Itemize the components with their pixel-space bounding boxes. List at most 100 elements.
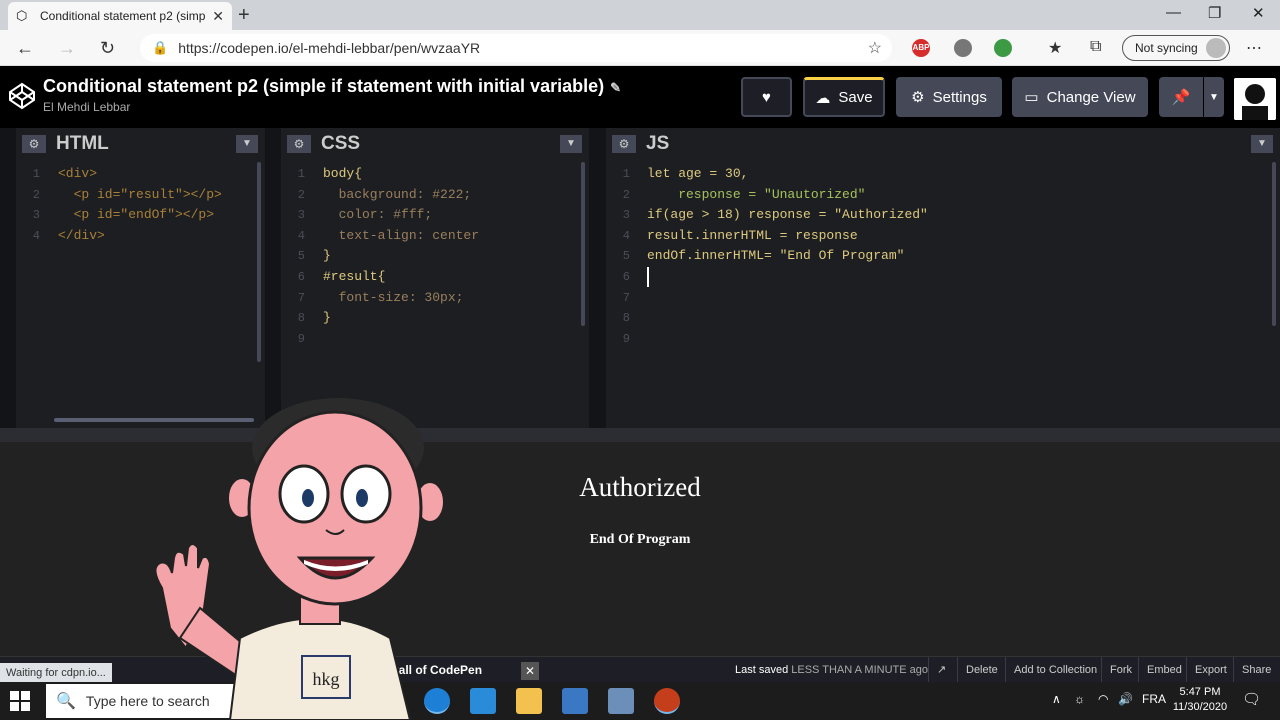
export-button[interactable]: Export <box>1186 657 1235 683</box>
css-vertical-scrollbar[interactable] <box>581 162 585 326</box>
last-saved-prefix: Last saved <box>735 664 789 676</box>
line-number: 6 <box>297 269 305 284</box>
new-tab-icon[interactable]: + <box>238 4 250 27</box>
layout-icon: ▭ <box>1024 89 1039 106</box>
notifications-icon[interactable]: 🗨 <box>1242 690 1261 708</box>
browser-toolbar: ← → ↻ 🔒 https://codepen.io/el-mehdi-lebb… <box>0 30 1280 66</box>
volume-icon[interactable]: 🔊 <box>1118 692 1133 706</box>
js-pane-chevron-down-icon[interactable]: ▼ <box>1251 135 1273 153</box>
code-line: body{ <box>323 166 363 181</box>
open-external-icon[interactable]: ↗ <box>928 657 954 683</box>
forward-icon[interactable]: → <box>58 38 76 59</box>
line-number: 8 <box>622 311 630 326</box>
html-pane-chevron-down-icon[interactable]: ▼ <box>236 135 258 153</box>
line-number: 5 <box>622 249 630 264</box>
js-vertical-scrollbar[interactable] <box>1272 162 1276 326</box>
embed-button[interactable]: Embed <box>1138 657 1190 683</box>
save-button[interactable]: ☁ Save <box>803 77 885 117</box>
globe-extension-icon[interactable] <box>994 39 1012 57</box>
maximize-icon[interactable]: ❐ <box>1208 4 1221 22</box>
tray-chevron-up-icon[interactable]: ∧ <box>1052 692 1061 706</box>
js-code[interactable]: let age = 30, response = "Unautorized" i… <box>647 164 928 287</box>
wifi-icon[interactable]: ◠ <box>1098 692 1108 706</box>
line-number: 1 <box>297 167 305 181</box>
adblock-extension-icon[interactable]: ABP <box>912 39 930 57</box>
css-settings-gear-icon[interactable]: ⚙ <box>287 135 311 153</box>
pen-author[interactable]: El Mehdi Lebbar <box>43 100 130 114</box>
collections-icon[interactable]: ⧉ <box>1090 38 1101 56</box>
favorite-star-icon[interactable]: ☆ <box>868 38 882 58</box>
html-vertical-scrollbar[interactable] <box>257 162 261 362</box>
file-explorer-icon[interactable] <box>516 688 542 714</box>
line-number: 3 <box>297 208 305 223</box>
pen-title[interactable]: Conditional statement p2 (simple if stat… <box>43 76 621 97</box>
js-settings-gear-icon[interactable]: ⚙ <box>612 135 636 153</box>
add-to-collection-button[interactable]: Add to Collection <box>1005 657 1105 683</box>
line-number: 4 <box>297 228 305 243</box>
css-pane-chevron-down-icon[interactable]: ▼ <box>560 135 582 153</box>
sync-label: Not syncing <box>1135 41 1198 55</box>
minimize-icon[interactable]: — <box>1166 4 1181 21</box>
close-console-icon[interactable]: ✕ <box>521 662 539 680</box>
line-number: 7 <box>622 290 630 305</box>
cloud-icon: ☁ <box>815 89 831 107</box>
address-bar[interactable]: 🔒 https://codepen.io/el-mehdi-lebbar/pen… <box>140 34 892 62</box>
settings-label: Settings <box>932 88 987 106</box>
user-avatar[interactable] <box>1234 78 1276 120</box>
line-number: 2 <box>622 187 630 202</box>
browser-tab[interactable]: ⬡ Conditional statement p2 (simple ✕ <box>8 2 232 30</box>
profile-sync-button[interactable]: Not syncing <box>1122 35 1230 61</box>
html-settings-gear-icon[interactable]: ⚙ <box>22 135 46 153</box>
lock-icon: 🔒 <box>152 40 169 55</box>
code-line: response = "Unautorized" <box>647 186 866 202</box>
search-icon: 🔍 <box>56 693 76 710</box>
html-code[interactable]: <div> <p id="result"></p> <p id="endOf">… <box>58 164 222 246</box>
more-menu-icon[interactable]: ⋯ <box>1246 38 1262 58</box>
input-method-icon[interactable]: ☼ <box>1074 692 1085 706</box>
codepen-logo-icon[interactable] <box>8 82 36 110</box>
line-number: 5 <box>297 249 305 264</box>
fork-button[interactable]: Fork <box>1101 657 1140 683</box>
css-pane-title: CSS <box>321 133 361 154</box>
code-line: text-align: center <box>323 227 480 243</box>
line-number: 1 <box>32 167 40 181</box>
close-tab-icon[interactable]: ✕ <box>212 8 224 25</box>
edit-pencil-icon[interactable]: ✎ <box>610 80 621 95</box>
line-number: 4 <box>622 228 630 243</box>
love-button[interactable]: ♥ <box>741 77 792 117</box>
change-view-button[interactable]: ▭ Change View <box>1012 77 1148 117</box>
code-line: } <box>323 310 331 326</box>
cartoon-presenter-overlay: hkg <box>154 398 445 720</box>
last-saved-status: Last saved LESS THAN A MINUTE ago <box>735 657 928 683</box>
store-icon[interactable] <box>562 688 588 714</box>
favorites-icon[interactable]: ★ <box>1048 38 1062 58</box>
change-view-label: Change View <box>1046 88 1136 106</box>
tools-extension-icon[interactable] <box>954 39 972 57</box>
codepen-header: Conditional statement p2 (simple if stat… <box>0 66 1280 128</box>
close-window-icon[interactable]: ✕ <box>1252 4 1265 22</box>
code-line: <div> <box>58 166 98 181</box>
pen-title-text: Conditional statement p2 (simple if stat… <box>43 76 605 96</box>
browser-tab-strip: ⬡ Conditional statement p2 (simple ✕ + —… <box>0 0 1280 30</box>
code-line: </div> <box>58 227 105 243</box>
share-button[interactable]: Share <box>1233 657 1279 683</box>
js-line-numbers: 1 2 3 4 5 6 7 8 9 <box>606 164 630 349</box>
language-indicator[interactable]: FRA <box>1142 692 1166 706</box>
windows-start-icon[interactable] <box>10 691 30 711</box>
pin-dropdown-button[interactable]: ▼ <box>1204 77 1224 117</box>
delete-button[interactable]: Delete <box>957 657 1006 683</box>
powerpoint-icon[interactable] <box>654 688 680 714</box>
tab-title: Conditional statement p2 (simple <box>40 9 207 23</box>
html-pane-title: HTML <box>56 133 109 154</box>
settings-button[interactable]: ⚙ Settings <box>896 77 1002 117</box>
line-number: 9 <box>297 331 305 346</box>
app-icon[interactable] <box>608 688 634 714</box>
editors-area: ⚙ HTML ▼ 1 2 3 4 <div> <p id="result"></… <box>0 128 1280 428</box>
code-line: background: #222; <box>323 186 472 202</box>
back-icon[interactable]: ← <box>16 38 34 59</box>
reload-icon[interactable]: ↻ <box>100 38 115 59</box>
css-code[interactable]: body{ background: #222; color: #fff; tex… <box>323 164 479 329</box>
pin-button[interactable]: 📌 <box>1159 77 1203 117</box>
taskbar-clock[interactable]: 5:47 PM 11/30/2020 <box>1170 685 1230 715</box>
js-pane-title: JS <box>646 133 670 154</box>
